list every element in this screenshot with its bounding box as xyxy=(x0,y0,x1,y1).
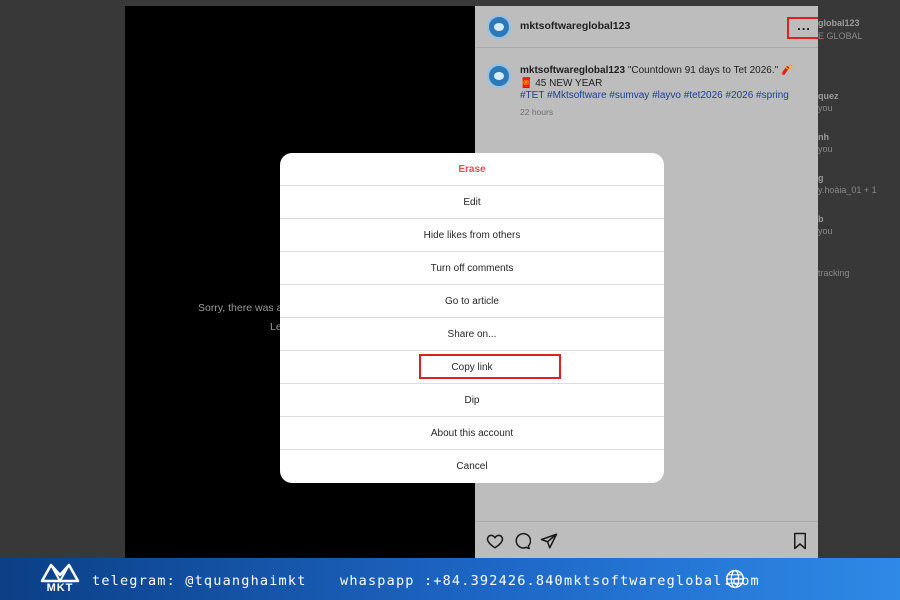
bookmark-icon[interactable] xyxy=(791,532,809,550)
hide-likes-button[interactable]: Hide likes from others xyxy=(280,219,664,252)
telegram-contact: telegram: @tquanghaimkt xyxy=(92,573,307,589)
suggestion-text: E GLOBAL xyxy=(818,31,863,41)
suggestion-text: y.hoàia_01 + 1 xyxy=(818,185,877,195)
whatsapp-contact: whaspapp :+84.392426.840 xyxy=(340,573,564,589)
post-hashtags[interactable]: #TET #Mktsoftware #sumvay #layvo #tet202… xyxy=(520,90,789,101)
left-gutter xyxy=(0,0,125,558)
globe-icon xyxy=(725,569,745,589)
video-error-message: Sorry, there was a xyxy=(198,302,283,314)
more-options-button[interactable]: ... xyxy=(787,17,821,39)
copy-link-button[interactable]: Copy link xyxy=(280,351,664,384)
suggestions-column: global123 E GLOBAL quez you nh you g y.h… xyxy=(818,0,900,558)
post-options-modal: Erase Edit Hide likes from others Turn o… xyxy=(280,153,664,483)
suggestion-text: you xyxy=(818,226,833,236)
turn-off-comments-button[interactable]: Turn off comments xyxy=(280,252,664,285)
post-caption: mktsoftwareglobal123 "Countdown 91 days … xyxy=(520,64,800,90)
share-icon[interactable] xyxy=(540,532,558,550)
post-time: 22 hours xyxy=(520,107,554,117)
suggestion-text[interactable]: g xyxy=(818,173,824,183)
cancel-button[interactable]: Cancel xyxy=(280,450,664,483)
caption-avatar[interactable] xyxy=(487,64,511,88)
go-to-article-button[interactable]: Go to article xyxy=(280,285,664,318)
logo-text: MKT xyxy=(46,582,74,594)
dip-button[interactable]: Dip xyxy=(280,384,664,417)
suggestion-text[interactable]: nh xyxy=(818,132,829,142)
post-author[interactable]: mktsoftwareglobal123 xyxy=(520,20,630,32)
suggestion-text[interactable]: b xyxy=(818,214,824,224)
share-on-button[interactable]: Share on... xyxy=(280,318,664,351)
footer-banner: MKT telegram: @tquanghaimkt whaspapp :+8… xyxy=(0,558,900,600)
highlight-box xyxy=(419,354,561,379)
heart-icon[interactable] xyxy=(486,532,504,550)
comment-icon[interactable] xyxy=(513,532,531,550)
author-avatar[interactable] xyxy=(487,15,511,39)
suggestion-text: you xyxy=(818,103,833,113)
caption-user[interactable]: mktsoftwareglobal123 xyxy=(520,65,625,76)
mkt-logo: MKT xyxy=(38,561,82,598)
suggestion-text[interactable]: quez xyxy=(818,91,839,101)
mkt-logo-icon xyxy=(40,563,80,584)
post-action-bar xyxy=(475,521,818,558)
suggestion-text: tracking xyxy=(818,268,850,278)
suggestion-text: you xyxy=(818,144,833,154)
post-header: mktsoftwareglobal123 ... xyxy=(475,6,821,48)
edit-button[interactable]: Edit xyxy=(280,186,664,219)
erase-button[interactable]: Erase xyxy=(280,153,664,186)
about-account-button[interactable]: About this account xyxy=(280,417,664,450)
suggestion-text[interactable]: global123 xyxy=(818,18,860,28)
